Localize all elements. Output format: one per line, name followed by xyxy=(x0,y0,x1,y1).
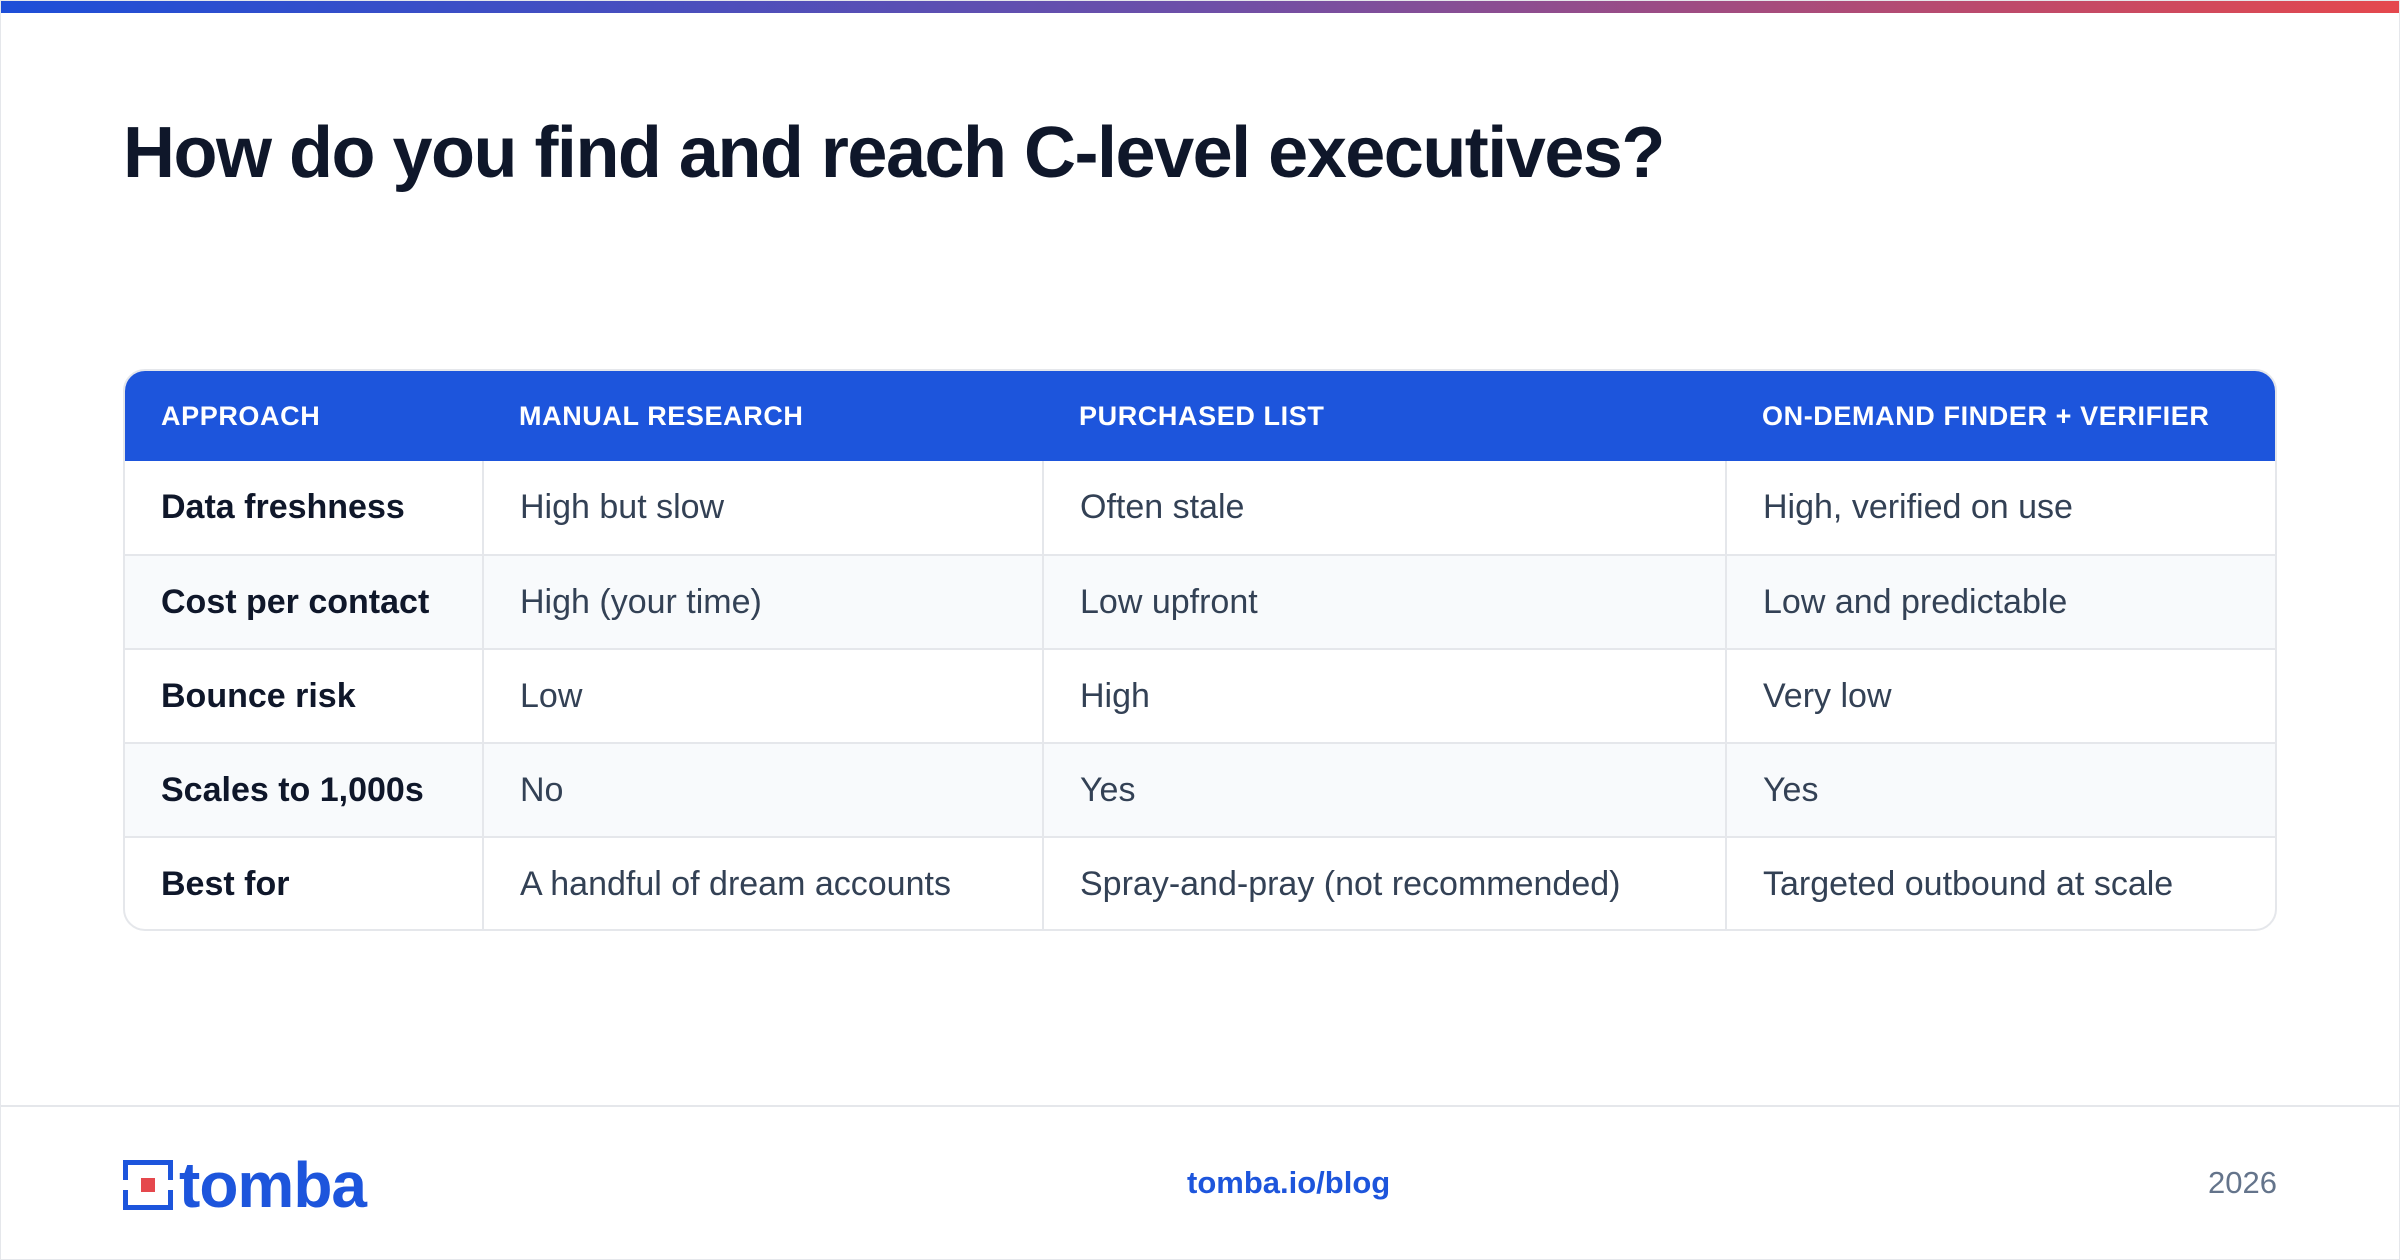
column-header-manual-research: MANUAL RESEARCH xyxy=(519,400,804,431)
gradient-accent-bar xyxy=(1,1,2399,13)
comparison-table: APPROACH MANUAL RESEARCH PURCHASED LIST … xyxy=(123,369,2277,931)
logo-wordmark: tomba xyxy=(179,1149,367,1221)
row-label: Bounce risk xyxy=(125,648,483,743)
table-row: Scales to 1,000s No Yes Yes xyxy=(125,742,2275,837)
table-cell: High (your time) xyxy=(482,554,1043,649)
table-cell: A handful of dream accounts xyxy=(482,836,1043,929)
table-cell: Low and predictable xyxy=(1725,554,2275,649)
row-label: Data freshness xyxy=(161,488,405,526)
page-title: How do you find and reach C-level execut… xyxy=(123,113,1665,193)
table-cell: Yes xyxy=(1725,742,2275,837)
tomba-logo-icon xyxy=(123,1160,173,1210)
table-cell: No xyxy=(482,742,1043,837)
table-cell: High, verified on use xyxy=(1725,461,2275,555)
row-label: Cost per contact xyxy=(125,554,483,649)
column-header-approach: APPROACH xyxy=(161,400,321,431)
table-cell: Targeted outbound at scale xyxy=(1725,836,2275,929)
row-label: Scales to 1,000s xyxy=(125,742,483,837)
table-cell: Very low xyxy=(1725,648,2275,743)
table-header-row: APPROACH MANUAL RESEARCH PURCHASED LIST … xyxy=(125,371,2275,461)
table-row: Bounce risk Low High Very low xyxy=(125,648,2275,743)
column-header-on-demand-finder: ON-DEMAND FINDER + VERIFIER xyxy=(1762,400,2210,431)
table-cell: Low xyxy=(482,648,1043,743)
table-row: Data freshness High but slow Often stale… xyxy=(125,461,2275,555)
footer-year: 2026 xyxy=(2208,1165,2277,1200)
table-cell: Low upfront xyxy=(1042,554,1726,649)
comparison-table-grid: APPROACH MANUAL RESEARCH PURCHASED LIST … xyxy=(125,371,2275,929)
blog-link[interactable]: tomba.io/blog xyxy=(1187,1165,1390,1201)
table-cell: High xyxy=(1042,648,1726,743)
table-cell: Often stale xyxy=(1042,461,1726,555)
table-row: Best for A handful of dream accounts Spr… xyxy=(125,836,2275,929)
table-cell: High but slow xyxy=(482,461,1043,555)
table-cell: Yes xyxy=(1042,742,1726,837)
row-label: Best for xyxy=(125,836,483,929)
tomba-logo[interactable]: tomba xyxy=(123,1149,367,1221)
table-row: Cost per contact High (your time) Low up… xyxy=(125,554,2275,649)
table-cell: Spray-and-pray (not recommended) xyxy=(1042,836,1726,929)
slide: How do you find and reach C-level execut… xyxy=(0,0,2400,1260)
footer: tomba tomba.io/blog 2026 xyxy=(1,1105,2399,1259)
column-header-purchased-list: PURCHASED LIST xyxy=(1079,400,1325,431)
